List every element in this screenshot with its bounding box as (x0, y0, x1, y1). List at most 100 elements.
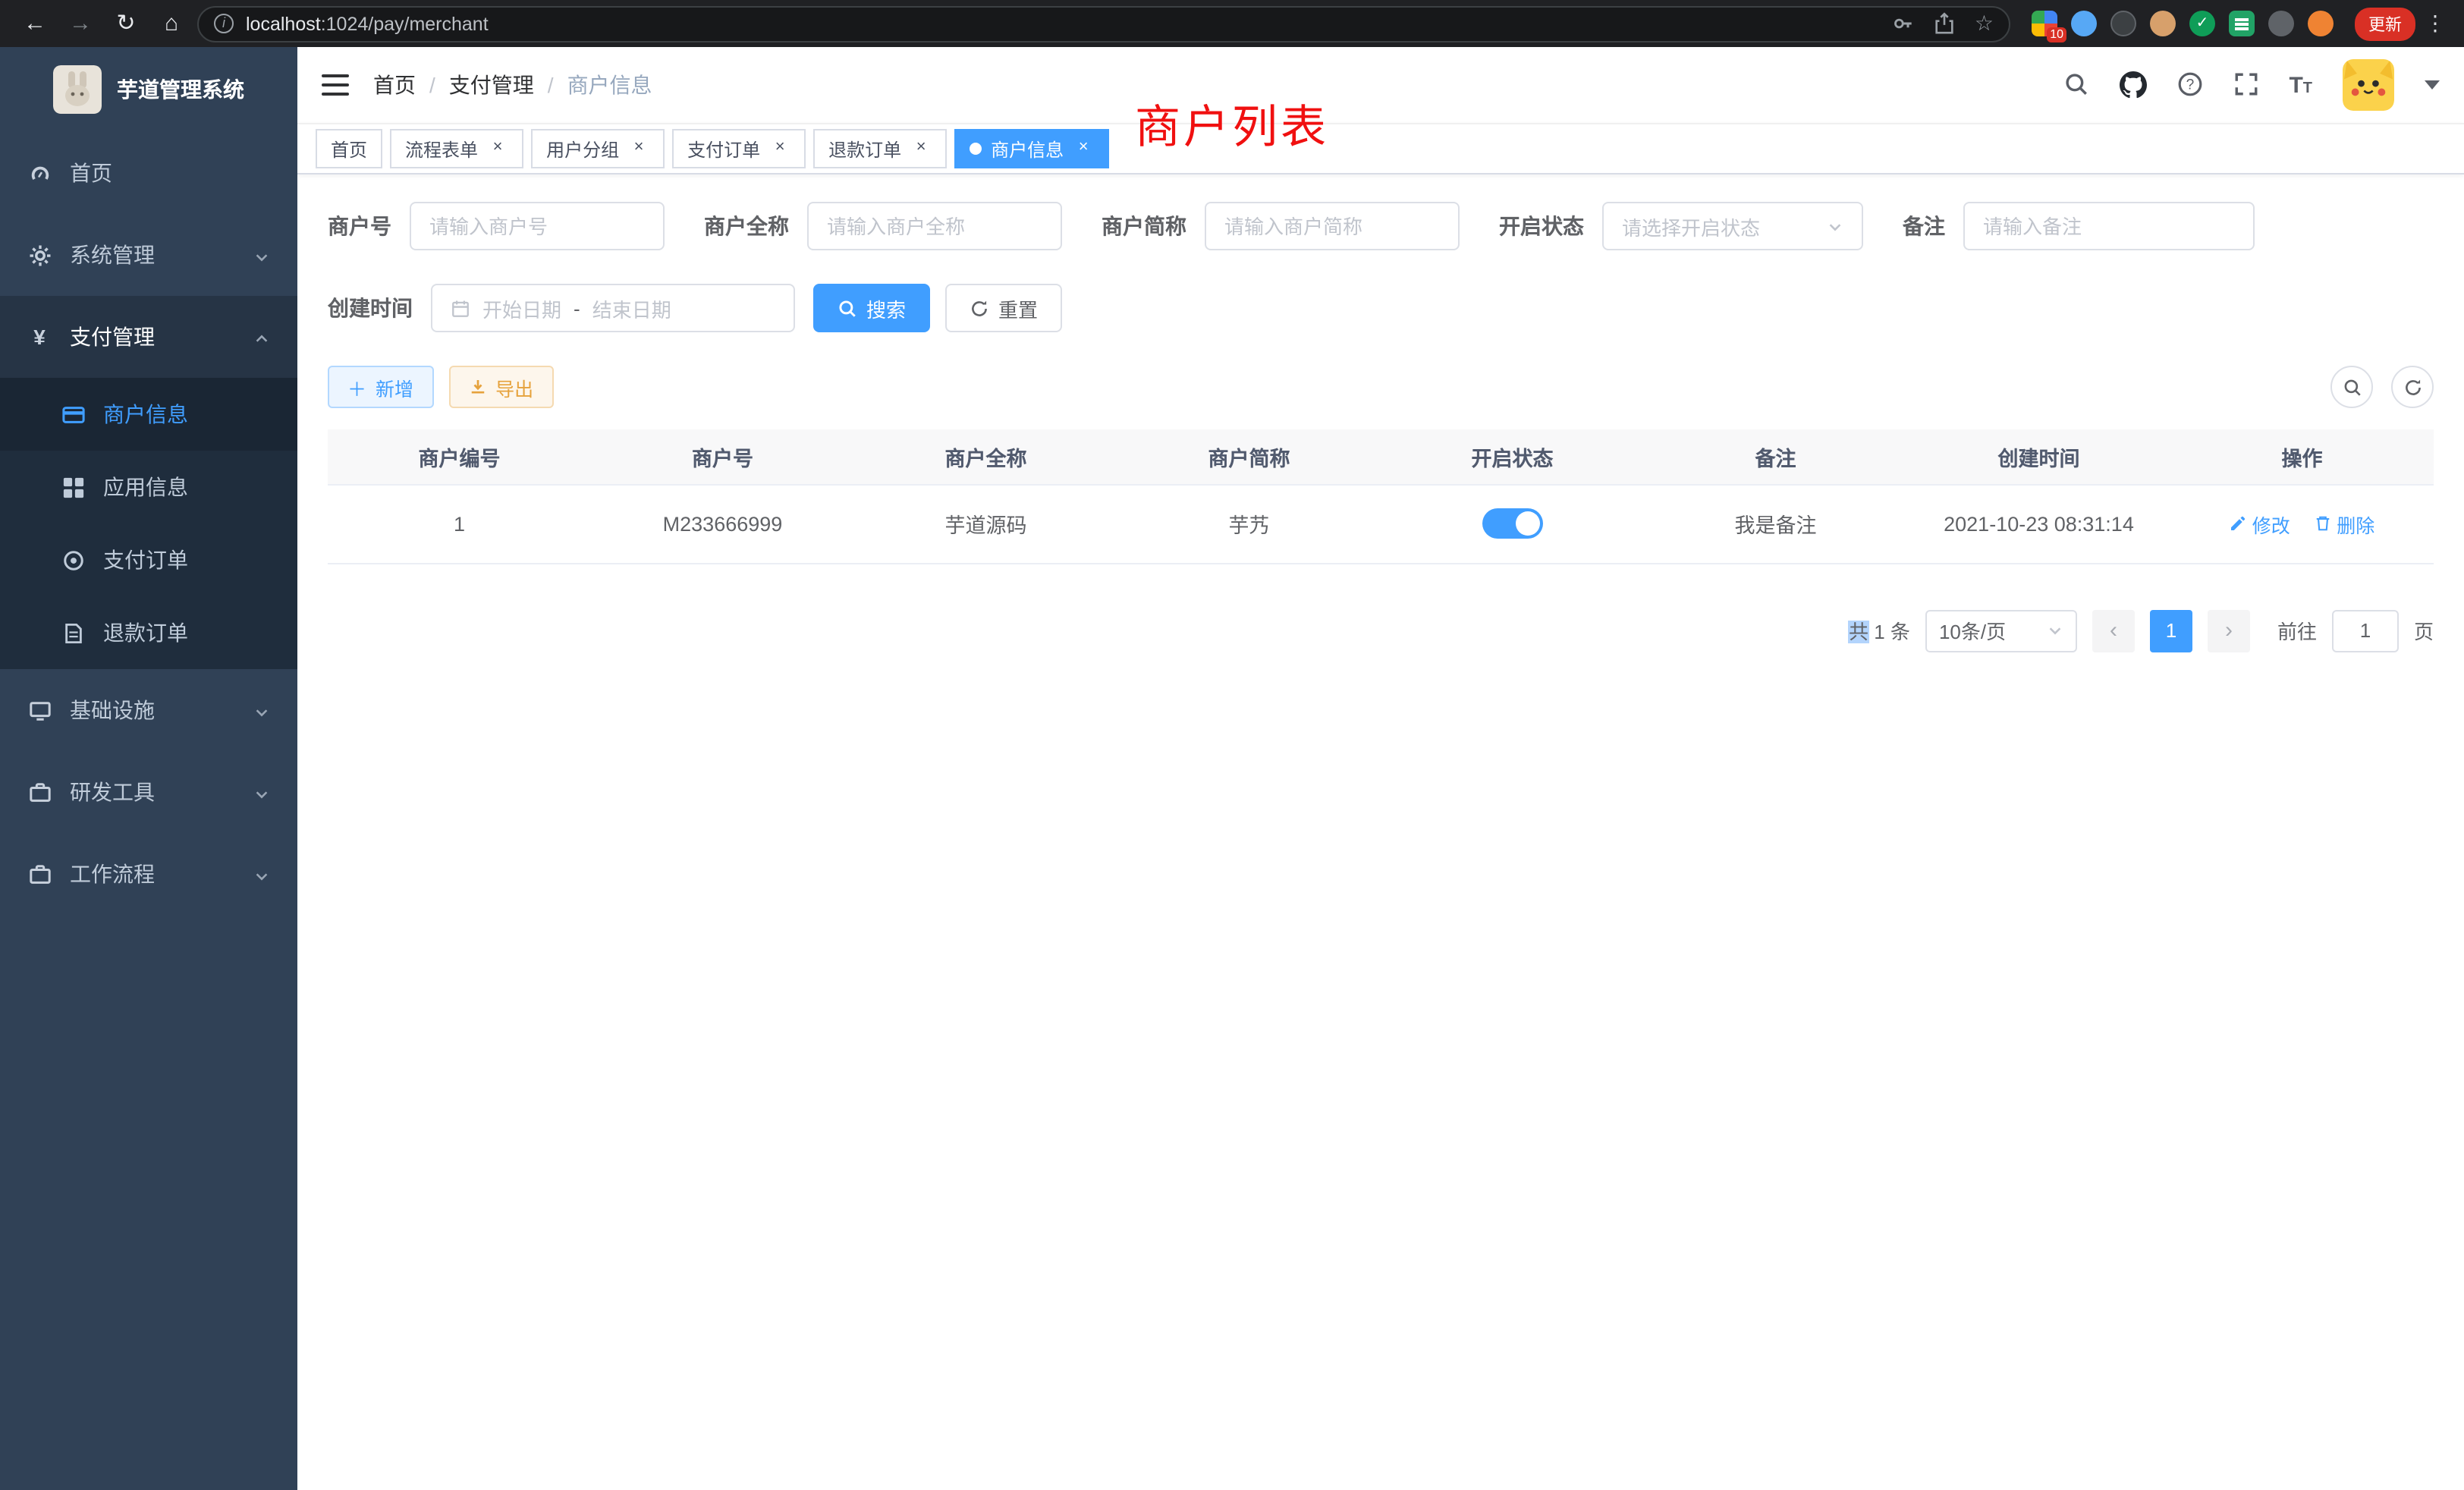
github-icon[interactable] (2119, 71, 2146, 99)
reset-button[interactable]: 重置 (945, 284, 1062, 332)
sidebar-item-system[interactable]: 系统管理 (0, 214, 297, 296)
status-select[interactable]: 请选择开启状态 (1602, 202, 1863, 250)
tab-user-group[interactable]: 用户分组× (531, 129, 665, 168)
search-button[interactable]: 搜索 (813, 284, 930, 332)
screen: ← → ↻ ⌂ i localhost:1024/pay/merchant ☆ … (0, 0, 2464, 1490)
tab-process-form[interactable]: 流程表单× (390, 129, 523, 168)
user-avatar[interactable] (2343, 59, 2394, 111)
cell-actions: 修改 删除 (2170, 484, 2434, 563)
extension-colorful-icon[interactable]: 10 (2032, 11, 2057, 36)
share-icon[interactable] (1934, 12, 1956, 35)
sidebar-item-home[interactable]: 首页 (0, 132, 297, 214)
tab-merchant-info[interactable]: 商户信息× (954, 129, 1109, 168)
hamburger-icon[interactable] (322, 71, 349, 99)
date-range-picker[interactable]: 开始日期 - 结束日期 (431, 284, 795, 332)
browser-reload-button[interactable]: ↻ (106, 4, 146, 43)
caret-down-icon[interactable] (2425, 80, 2440, 90)
sidebar-item-label: 支付订单 (103, 545, 188, 575)
status-toggle[interactable] (1482, 508, 1543, 539)
site-info-icon[interactable]: i (214, 14, 234, 33)
delete-link[interactable]: 删除 (2314, 509, 2374, 538)
cell-short-name: 芋艿 (1117, 484, 1381, 563)
close-icon[interactable]: × (487, 138, 508, 159)
sidebar-item-app-info[interactable]: 应用信息 (0, 451, 297, 523)
close-icon[interactable]: × (628, 138, 649, 159)
sidebar-item-merchant-info[interactable]: 商户信息 (0, 378, 297, 451)
tab-pay-orders[interactable]: 支付订单× (672, 129, 806, 168)
short-name-label: 商户简称 (1102, 211, 1186, 241)
browser-forward-button[interactable]: → (61, 4, 100, 43)
page-size-select[interactable]: 10条/页 (1925, 609, 2077, 652)
extension-dark-icon[interactable] (2110, 11, 2136, 36)
cell-merchant-no: M233666999 (591, 484, 854, 563)
breadcrumb-current: 商户信息 (567, 70, 652, 100)
page-number-button[interactable]: 1 (2150, 609, 2192, 652)
address-bar[interactable]: i localhost:1024/pay/merchant ☆ (197, 5, 2010, 42)
key-icon[interactable] (1893, 12, 1916, 35)
app-logo[interactable]: 芋道管理系统 (0, 47, 297, 132)
column-header: 开启状态 (1381, 429, 1644, 484)
sidebar-item-refund-orders[interactable]: 退款订单 (0, 596, 297, 669)
table-header-row: 商户编号 商户号 商户全称 商户简称 开启状态 备注 创建时间 操作 (328, 429, 2434, 484)
bookmark-star-icon[interactable]: ☆ (1975, 11, 1994, 36)
prev-page-button[interactable]: ‹ (2092, 609, 2135, 652)
pagination: 共 1 条 10条/页 ‹ 1 › 前往 页 (328, 609, 2434, 652)
close-icon[interactable]: × (769, 138, 790, 159)
fullscreen-icon[interactable] (2233, 71, 2258, 99)
breadcrumb-home[interactable]: 首页 (373, 70, 449, 100)
tab-refund-orders[interactable]: 退款订单× (813, 129, 947, 168)
sidebar-item-infra[interactable]: 基础设施 (0, 669, 297, 751)
svg-text:?: ? (2186, 77, 2194, 93)
sidebar-item-dev-tools[interactable]: 研发工具 (0, 751, 297, 833)
help-icon[interactable]: ? (2176, 71, 2202, 99)
cell-merchant-id: 1 (328, 484, 591, 563)
toggle-search-button[interactable] (2330, 366, 2373, 408)
browser-back-button[interactable]: ← (15, 4, 55, 43)
search-icon[interactable] (2063, 71, 2088, 99)
merchant-no-label: 商户号 (328, 211, 391, 241)
short-name-input[interactable] (1205, 202, 1460, 250)
remark-input[interactable] (1963, 202, 2255, 250)
extension-avatar-icon[interactable] (2150, 11, 2176, 36)
url-path: :1024/pay/merchant (321, 13, 489, 34)
credit-card-icon (61, 401, 85, 427)
extension-check-icon[interactable]: ✓ (2189, 11, 2215, 36)
edit-link[interactable]: 修改 (2230, 509, 2290, 538)
close-icon[interactable]: × (1073, 138, 1094, 159)
sidebar-item-payment[interactable]: ¥ 支付管理 (0, 296, 297, 378)
range-separator: - (574, 297, 580, 319)
chevron-down-icon (253, 698, 270, 722)
export-button[interactable]: 导出 (448, 366, 553, 408)
remark-label: 备注 (1903, 211, 1945, 241)
sidebar: 芋道管理系统 首页 系统管理 ¥ 支付管理 (0, 47, 297, 1490)
breadcrumb-payment[interactable]: 支付管理 (449, 70, 567, 100)
extension-knot-icon[interactable] (2268, 11, 2294, 36)
sidebar-menu: 首页 系统管理 ¥ 支付管理 商户信息 (0, 132, 297, 915)
total-highlight: 共 (1849, 621, 1868, 643)
tags-view: 首页 流程表单× 用户分组× 支付订单× 退款订单× 商户信息× (297, 123, 2464, 174)
column-header: 操作 (2170, 429, 2434, 484)
extension-blue-icon[interactable] (2071, 11, 2097, 36)
status-label: 开启状态 (1499, 211, 1584, 241)
browser-home-button[interactable]: ⌂ (152, 4, 191, 43)
merchant-no-input[interactable] (410, 202, 665, 250)
font-size-icon[interactable]: TT (2289, 72, 2312, 98)
app-title: 芋道管理系统 (117, 74, 244, 105)
goto-page-input[interactable] (2332, 609, 2399, 652)
search-icon (838, 298, 857, 318)
full-name-input[interactable] (807, 202, 1062, 250)
sidebar-item-pay-orders[interactable]: 支付订单 (0, 523, 297, 596)
next-page-button[interactable]: › (2208, 609, 2250, 652)
goto-unit: 页 (2414, 616, 2434, 645)
extension-emoji-icon[interactable] (2308, 11, 2334, 36)
extension-docs-icon[interactable] (2229, 11, 2255, 36)
browser-update-button[interactable]: 更新 (2355, 7, 2415, 40)
browser-menu-icon[interactable]: ⋮ (2422, 11, 2449, 36)
tab-home[interactable]: 首页 (316, 129, 382, 168)
refresh-table-button[interactable] (2391, 366, 2434, 408)
add-button[interactable]: ＋ 新增 (328, 366, 433, 408)
close-icon[interactable]: × (910, 138, 932, 159)
breadcrumb: 首页 支付管理 商户信息 (373, 70, 652, 100)
edit-link-label: 修改 (2252, 509, 2290, 538)
sidebar-item-workflow[interactable]: 工作流程 (0, 833, 297, 915)
